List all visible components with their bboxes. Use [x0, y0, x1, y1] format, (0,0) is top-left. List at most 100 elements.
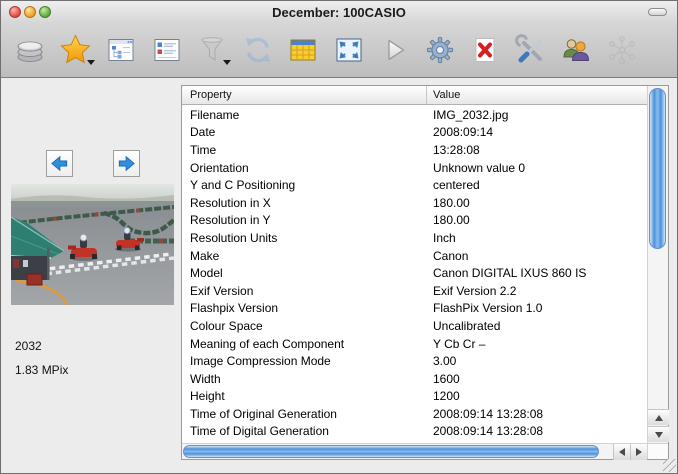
- database-icon: [13, 33, 47, 67]
- tree-view-button[interactable]: [101, 30, 141, 70]
- value-cell: 13:28:08: [427, 143, 647, 157]
- users-button[interactable]: [556, 30, 596, 70]
- table-row[interactable]: Date 2008:09:14: [182, 124, 647, 142]
- table-row[interactable]: Time of Digital Generation 2008:09:14 13…: [182, 423, 647, 441]
- property-cell: Exif Version: [182, 284, 427, 298]
- table-row[interactable]: Filename IMG_2032.jpg: [182, 106, 647, 124]
- property-cell: Resolution in X: [182, 196, 427, 210]
- property-cell: Resolution in Y: [182, 213, 427, 227]
- table-row[interactable]: Meaning of each Component Y Cb Cr –: [182, 335, 647, 353]
- triangle-down-icon: [655, 432, 663, 438]
- property-cell: Make: [182, 249, 427, 263]
- property-cell: Filename: [182, 108, 427, 122]
- zoom-button[interactable]: [39, 6, 51, 18]
- table-view-button[interactable]: [283, 30, 323, 70]
- table-row[interactable]: Time of Original Generation 2008:09:14 1…: [182, 405, 647, 423]
- value-cell: Inch: [427, 231, 647, 245]
- property-cell: Y and C Positioning: [182, 178, 427, 192]
- property-cell: Time of Original Generation: [182, 407, 427, 421]
- value-cell: 2008:09:14 13:28:08: [427, 424, 647, 438]
- users-icon: [559, 33, 593, 67]
- refresh-icon: [241, 33, 275, 67]
- photo-thumbnail: [11, 184, 174, 305]
- scroll-left-button[interactable]: [613, 444, 630, 460]
- table-row[interactable]: Image Compression Mode 3.00: [182, 352, 647, 370]
- window-title: December: 100CASIO: [1, 5, 677, 20]
- detail-list-icon: [150, 33, 184, 67]
- filter-dropdown-arrow-icon: [223, 60, 231, 65]
- table-body: Filename IMG_2032.jpg Date 2008:09:14 Ti…: [182, 106, 647, 443]
- window-resize-grip[interactable]: [663, 459, 676, 472]
- network-icon: [605, 33, 639, 67]
- value-cell: Canon: [427, 249, 647, 263]
- value-cell: 1600: [427, 372, 647, 386]
- property-cell: Meaning of each Component: [182, 337, 427, 351]
- settings-button[interactable]: [420, 30, 460, 70]
- table-row[interactable]: Height 1200: [182, 388, 647, 406]
- toolbar-toggle-button[interactable]: [648, 8, 667, 16]
- table-row[interactable]: Orientation Unknown value 0: [182, 159, 647, 177]
- property-cell: Height: [182, 389, 427, 403]
- table-row[interactable]: Model Canon DIGITAL IXUS 860 IS: [182, 264, 647, 282]
- previous-photo-button[interactable]: [46, 150, 73, 177]
- play-button[interactable]: [374, 30, 414, 70]
- value-cell: 1200: [427, 389, 647, 403]
- value-cell: 180.00: [427, 196, 647, 210]
- property-cell: Date: [182, 125, 427, 139]
- favorites-dropdown-arrow-icon: [87, 60, 95, 65]
- delete-icon: [468, 33, 502, 67]
- app-window: December: 100CASIO: [0, 0, 678, 474]
- arrow-right-icon: [115, 152, 138, 175]
- favorites-button[interactable]: [56, 30, 96, 70]
- delete-button[interactable]: [465, 30, 505, 70]
- property-column-header[interactable]: Property: [182, 86, 427, 104]
- table-row[interactable]: Resolution in Y 180.00: [182, 212, 647, 230]
- scroll-down-button[interactable]: [648, 426, 669, 442]
- table-row[interactable]: Flashpix Version FlashPix Version 1.0: [182, 300, 647, 318]
- horizontal-scrollbar[interactable]: [182, 443, 647, 459]
- close-button[interactable]: [9, 6, 21, 18]
- next-photo-button[interactable]: [113, 150, 140, 177]
- play-icon: [377, 33, 411, 67]
- table-row[interactable]: Resolution Units Inch: [182, 229, 647, 247]
- property-cell: Flashpix Version: [182, 301, 427, 315]
- photo-megapixels-label: 1.83 MPix: [15, 363, 68, 377]
- table-row[interactable]: Colour Space Uncalibrated: [182, 317, 647, 335]
- table-row[interactable]: Exif Version Exif Version 2.2: [182, 282, 647, 300]
- database-button[interactable]: [10, 30, 50, 70]
- minimize-button[interactable]: [24, 6, 36, 18]
- tools-icon: [514, 33, 548, 67]
- table-row[interactable]: Resolution in X 180.00: [182, 194, 647, 212]
- filter-button[interactable]: [192, 30, 232, 70]
- table-row[interactable]: Y and C Positioning centered: [182, 176, 647, 194]
- value-cell: 2008:09:14 13:28:08: [427, 407, 647, 421]
- value-cell: 2008:09:14: [427, 125, 647, 139]
- value-cell: Exif Version 2.2: [427, 284, 647, 298]
- horizontal-scrollbar-thumb[interactable]: [183, 445, 599, 458]
- arrow-left-icon: [48, 152, 71, 175]
- table-header[interactable]: Property Value: [182, 86, 647, 105]
- value-cell: FlashPix Version 1.0: [427, 301, 647, 315]
- vertical-scrollbar-thumb[interactable]: [649, 88, 666, 249]
- value-column-header[interactable]: Value: [427, 89, 647, 101]
- fullscreen-button[interactable]: [329, 30, 369, 70]
- refresh-button[interactable]: [238, 30, 278, 70]
- detail-list-button[interactable]: [147, 30, 187, 70]
- property-cell: Width: [182, 372, 427, 386]
- scroll-up-button[interactable]: [648, 409, 669, 425]
- triangle-left-icon: [619, 448, 625, 456]
- property-cell: Time of Digital Generation: [182, 424, 427, 438]
- vertical-scrollbar[interactable]: [647, 86, 668, 443]
- scroll-right-button[interactable]: [630, 444, 647, 460]
- value-cell: 180.00: [427, 213, 647, 227]
- network-button[interactable]: [602, 30, 642, 70]
- titlebar[interactable]: December: 100CASIO: [1, 1, 677, 23]
- tools-button[interactable]: [511, 30, 551, 70]
- value-cell: Uncalibrated: [427, 319, 647, 333]
- property-cell: Model: [182, 266, 427, 280]
- table-row[interactable]: Make Canon: [182, 247, 647, 265]
- table-row[interactable]: Width 1600: [182, 370, 647, 388]
- value-cell: IMG_2032.jpg: [427, 108, 647, 122]
- table-row[interactable]: Time 13:28:08: [182, 141, 647, 159]
- property-cell: Colour Space: [182, 319, 427, 333]
